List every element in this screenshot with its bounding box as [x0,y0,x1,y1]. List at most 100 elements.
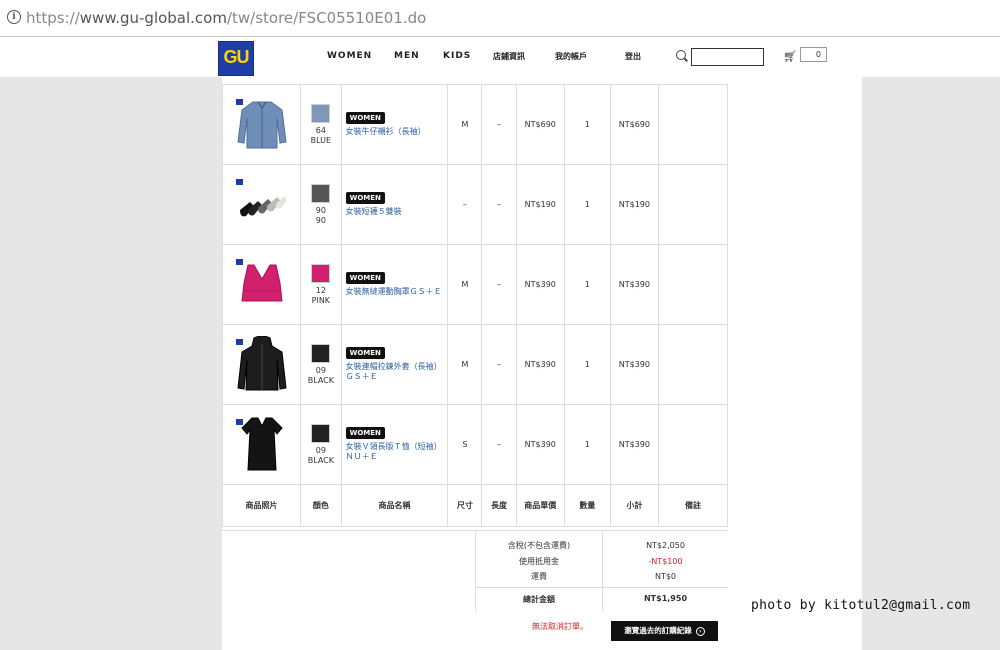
color-cell: 90 90 [300,164,342,245]
nav-men[interactable]: MEN [394,51,420,61]
order-item-row: 12 PINK WOMEN 女裝無縫運動胸罩ＧＳ＋Ｅ M – NT$390 1 NT$390 [221,244,728,325]
order-history-label: 瀏覽過去的訂購紀錄 [624,626,692,635]
sports-bra-icon[interactable] [223,261,300,309]
subtotal-cell: NT$190 [609,164,660,245]
url-text[interactable]: https://www.gu-global.com/tw/store/FSC05… [26,9,426,27]
info-icon[interactable]: i [7,10,21,24]
size-cell: – [447,164,483,245]
cancel-warning: 無法取消訂單。 [532,622,588,631]
nav-women[interactable]: WOMEN [327,51,372,61]
product-name-link[interactable]: 女裝短襪５雙裝 [346,207,448,217]
color-swatch [311,103,331,123]
color-name: BLUE [310,135,332,145]
page-background-left [0,77,222,650]
tax-value: NT$2,050 [646,541,685,550]
color-name: PINK [311,295,331,305]
product-photo-cell [221,244,302,325]
order-item-row: 09 BLACK WOMEN 女裝Ｖ領長版Ｔ恤（短袖）ＮＵ＋Ｅ S – NT$390 1 NT$… [221,404,728,485]
order-item-row: 90 90 WOMEN 女裝短襪５雙裝 – – NT$190 1 NT$190 [221,164,728,245]
qty-cell: 1 [563,324,611,405]
price-cell: NT$390 [515,324,565,405]
shipping-label: 運費 [531,572,547,581]
nav-kids[interactable]: KIDS [443,51,471,61]
color-code: 90 [315,205,326,215]
length-cell: – [481,244,517,325]
tax-label: 含稅(不包含運費) [507,541,571,550]
length-cell: – [481,324,517,405]
subtotal-cell: NT$390 [609,404,660,485]
color-code: 12 [315,285,326,295]
gu-mini-icon [236,179,243,185]
socks-icon[interactable] [223,184,300,226]
color-swatch [311,343,331,363]
hooded-jacket-icon[interactable] [223,335,300,394]
gu-mini-icon [236,339,243,345]
color-cell: 64 BLUE [300,84,342,165]
length-cell: – [481,164,517,245]
header-size: 尺寸 [447,484,483,527]
category-badge: WOMEN [345,427,385,439]
order-item-row: 09 BLACK WOMEN 女裝連帽拉鍊外套（長袖）ＧＳ＋Ｅ M – NT$390 1 NT$… [221,324,728,405]
credit-value: -NT$100 [648,556,683,566]
gu-mini-icon [236,419,243,425]
nav-logout[interactable]: 登出 [625,51,641,62]
header-photo: 商品照片 [221,484,302,527]
product-photo-cell [221,84,302,165]
table-header-row: 商品照片 顏色 商品名稱 尺寸 長度 商品單價 數量 小計 備註 [221,484,728,527]
summary-values: NT$2,050 -NT$100 NT$0 [603,538,728,585]
color-name: 90 [315,215,326,225]
gu-mini-icon [236,259,243,265]
search-input[interactable] [691,48,764,66]
subtotal-cell: NT$390 [609,324,660,405]
url-prefix: https:// [26,9,80,27]
gu-mini-icon [236,99,243,105]
product-name-link[interactable]: 女裝無縫運動胸罩ＧＳ＋Ｅ [346,287,448,297]
total-label: 總計金額 [523,595,555,604]
color-name: BLACK [307,455,334,465]
note-cell [658,244,728,325]
arrow-right-icon: › [695,626,705,636]
product-photo-cell [221,164,302,245]
order-item-row: 64 BLUE WOMEN 女裝牛仔襯衫（長袖） M – NT$690 1 NT$690 [221,84,728,165]
cart-icon[interactable]: 🛒︎ [783,50,797,63]
nav-store-info[interactable]: 店鋪資訊 [493,51,525,62]
url-path: /tw/store/FSC05510E01.do [226,9,427,27]
note-cell [658,164,728,245]
header-note: 備註 [658,484,728,527]
summary-labels: 含稅(不包含運費) 使用抵用金 運費 [476,538,602,585]
long-tshirt-icon[interactable] [223,416,300,474]
denim-shirt-icon[interactable] [223,98,300,152]
color-swatch [311,183,331,203]
product-name-cell: WOMEN 女裝短襪５雙裝 [340,164,449,245]
header-qty: 數量 [563,484,611,527]
category-badge: WOMEN [345,112,385,124]
search-icon[interactable] [676,50,686,60]
header-color: 顏色 [300,484,342,527]
color-name: BLACK [307,375,334,385]
cart-count[interactable]: 0 [800,47,827,62]
address-bar[interactable]: i https://www.gu-global.com/tw/store/FSC… [0,0,1000,37]
length-cell: – [481,84,517,165]
color-swatch [311,423,331,443]
qty-cell: 1 [563,244,611,325]
page-background-right [862,77,1000,650]
qty-cell: 1 [563,404,611,485]
order-items-table: 64 BLUE WOMEN 女裝牛仔襯衫（長袖） M – NT$690 1 NT$690 90 90… [221,84,728,527]
size-cell: S [447,404,483,485]
color-code: 09 [315,445,326,455]
product-name-link[interactable]: 女裝Ｖ領長版Ｔ恤（短袖）ＮＵ＋Ｅ [346,442,448,462]
site-header: GU WOMEN MEN KIDS 店鋪資訊 我的帳戶 登出 🛒︎ 0 [0,37,1000,77]
size-cell: M [447,324,483,405]
product-name-link[interactable]: 女裝連帽拉鍊外套（長袖）ＧＳ＋Ｅ [346,362,448,382]
color-cell: 09 BLACK [300,404,342,485]
size-cell: M [447,84,483,165]
nav-my-account[interactable]: 我的帳戶 [555,51,587,62]
product-name-link[interactable]: 女裝牛仔襯衫（長袖） [346,127,448,137]
price-cell: NT$390 [515,244,565,325]
order-history-button[interactable]: 瀏覽過去的訂購紀錄 › [611,621,718,641]
product-name-cell: WOMEN 女裝牛仔襯衫（長袖） [340,84,449,165]
gu-logo[interactable]: GU [218,41,254,76]
category-badge: WOMEN [345,192,385,204]
product-name-cell: WOMEN 女裝Ｖ領長版Ｔ恤（短袖）ＮＵ＋Ｅ [340,404,449,485]
subtotal-cell: NT$690 [609,84,660,165]
